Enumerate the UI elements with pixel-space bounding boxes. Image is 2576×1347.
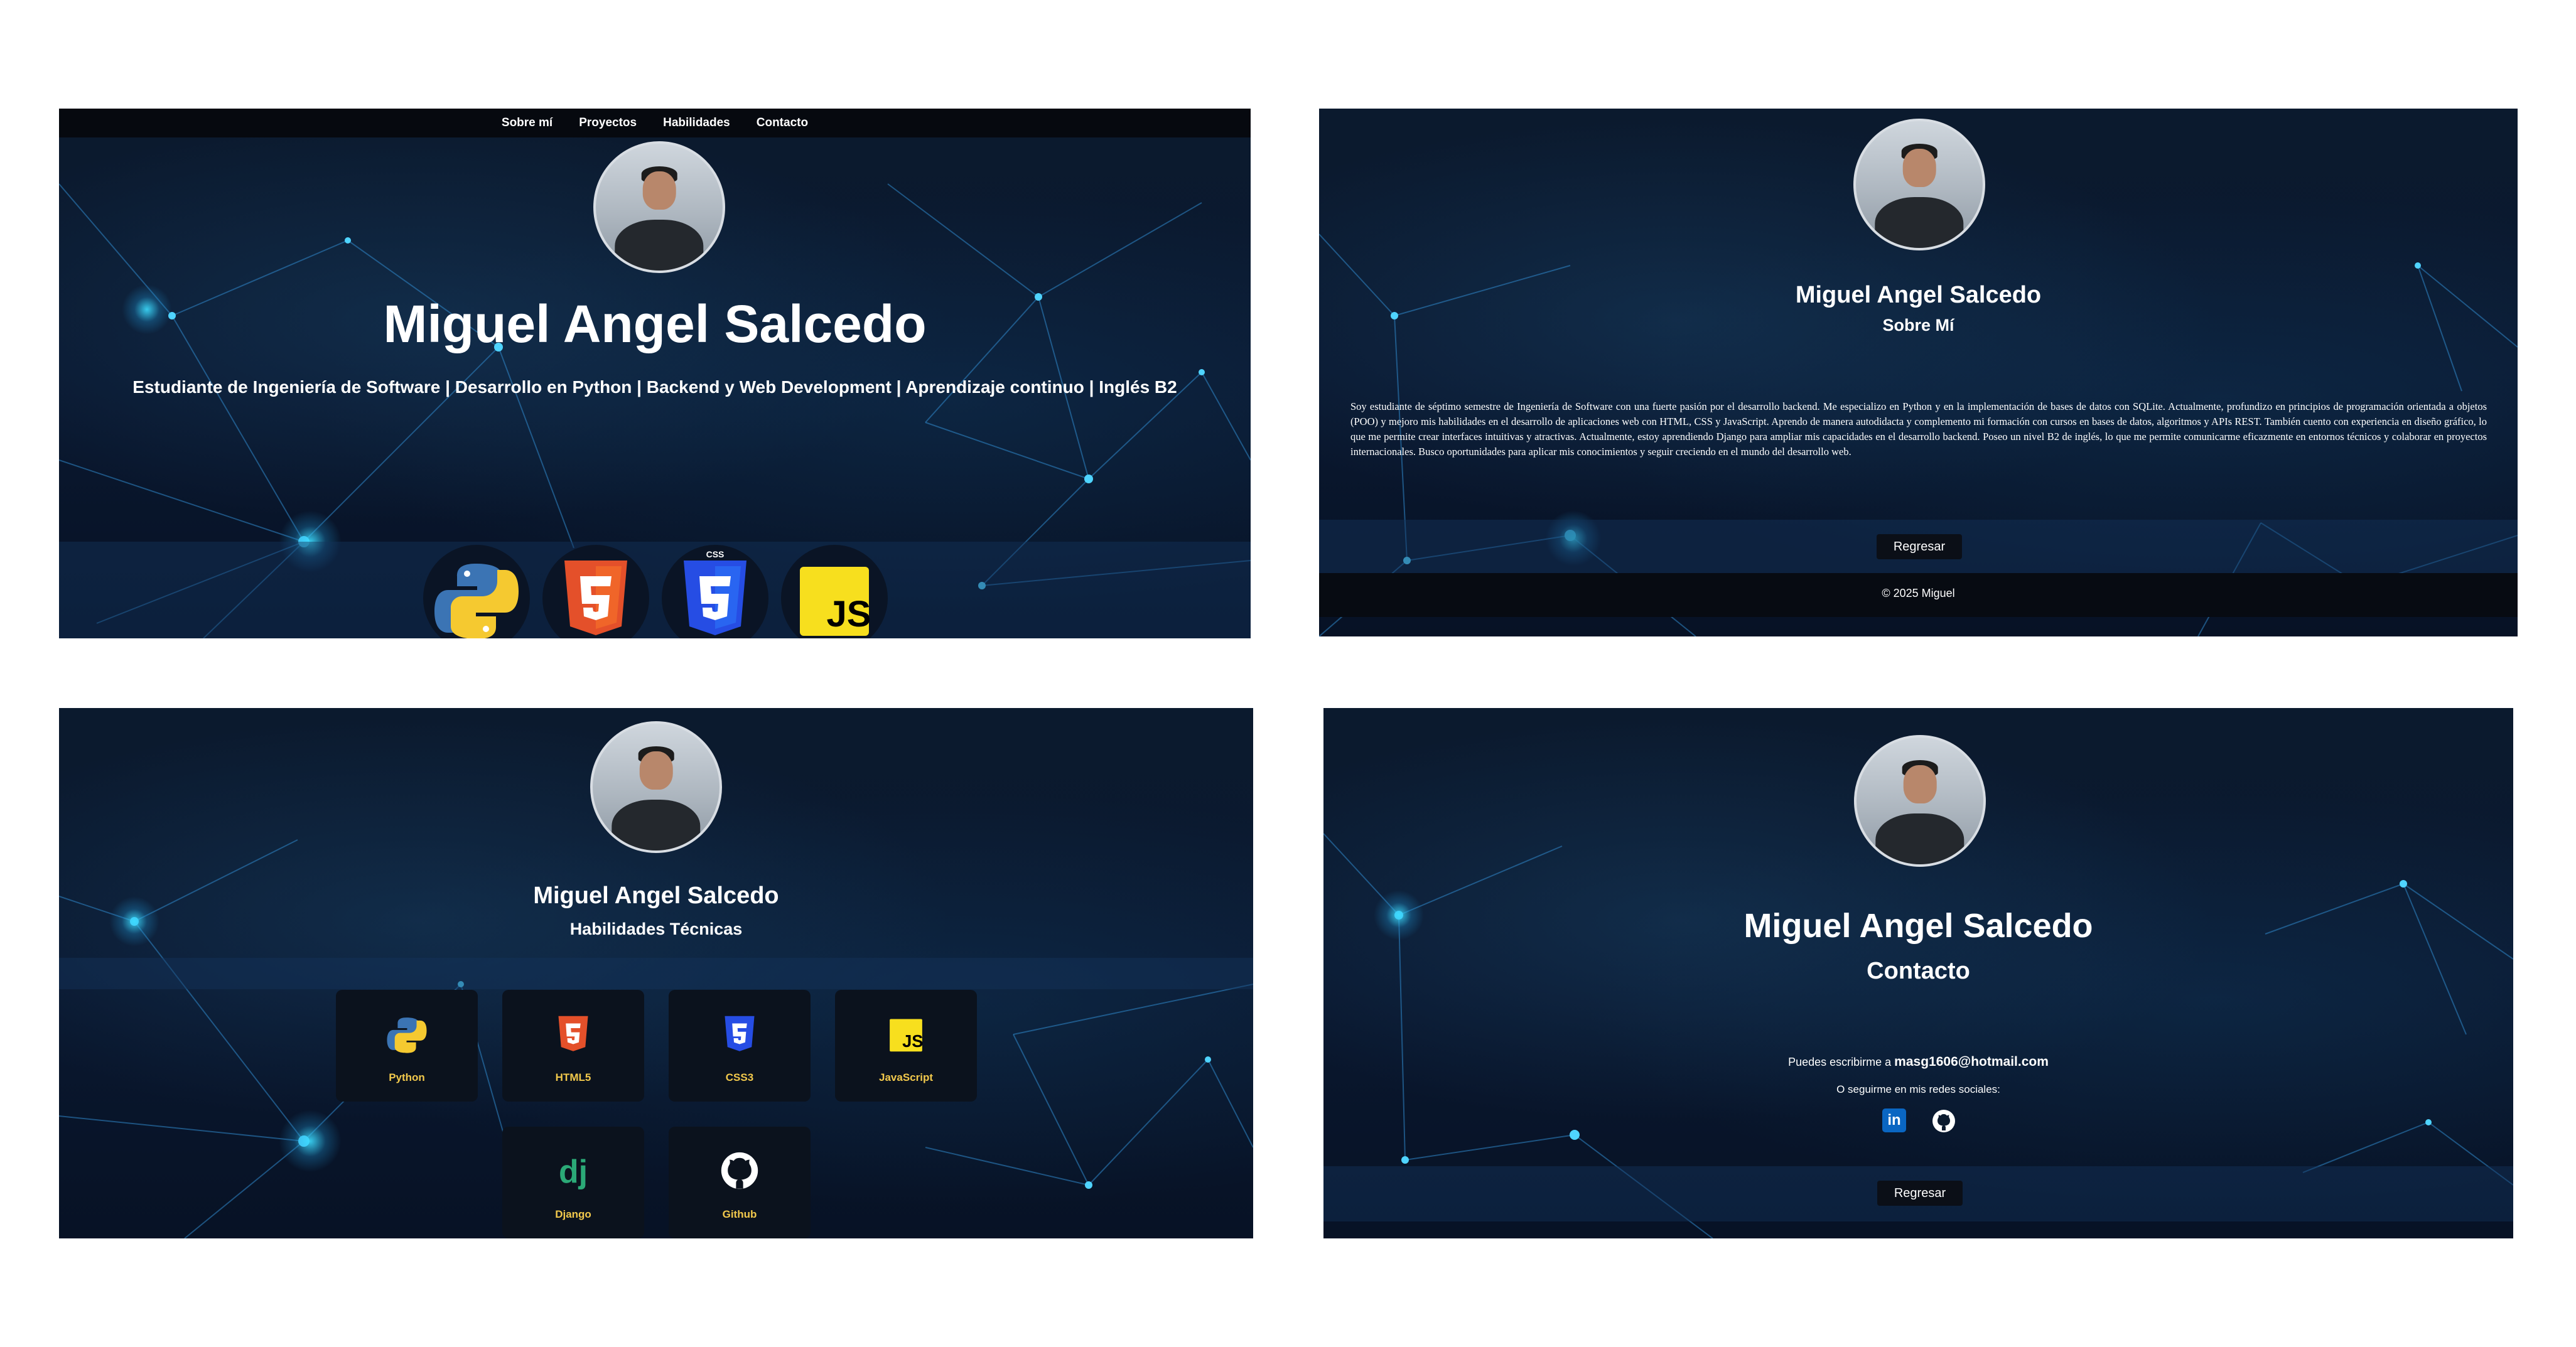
profile-name: Miguel Angel Salcedo bbox=[533, 883, 779, 909]
footer-text: © 2025 Miguel bbox=[1882, 587, 1955, 599]
email-line: Puedes escribirme a masg1606@hotmail.com bbox=[1323, 1055, 2513, 1070]
skill-label: JavaScript bbox=[879, 1071, 933, 1083]
profile-name: Miguel Angel Salcedo bbox=[1795, 282, 2042, 308]
email-link[interactable]: masg1606@hotmail.com bbox=[1894, 1055, 2049, 1069]
svg-text:dj: dj bbox=[559, 1153, 588, 1189]
skill-card-css3[interactable]: CSS3 bbox=[669, 990, 811, 1102]
nav-link-projects[interactable]: Proyectos bbox=[579, 116, 637, 130]
skill-card-javascript[interactable]: JS JavaScript bbox=[835, 990, 977, 1102]
back-button[interactable]: Regresar bbox=[1877, 534, 1962, 559]
javascript-icon: JS bbox=[890, 1019, 924, 1052]
profile-name: Miguel Angel Salcedo bbox=[1743, 907, 2093, 945]
skill-label: Github bbox=[722, 1208, 757, 1220]
python-icon bbox=[423, 545, 530, 638]
glow-node bbox=[279, 1110, 342, 1173]
skill-card-django[interactable]: dj Django bbox=[502, 1127, 644, 1238]
django-icon: dj bbox=[559, 1153, 588, 1189]
section-title: Sobre Mí bbox=[1882, 316, 1954, 335]
section-title: Habilidades Técnicas bbox=[569, 920, 743, 938]
social-text: O seguirme en mis redes sociales: bbox=[1836, 1083, 2000, 1095]
svg-text:JS: JS bbox=[827, 594, 871, 635]
nav-link-about[interactable]: Sobre mí bbox=[502, 116, 552, 130]
skill-label: HTML5 bbox=[555, 1071, 591, 1083]
profile-avatar bbox=[590, 721, 722, 853]
about-panel: Miguel Angel Salcedo Sobre Mí Soy estudi… bbox=[1319, 109, 2518, 636]
skill-label: Django bbox=[555, 1208, 591, 1220]
nav-link-skills[interactable]: Habilidades bbox=[663, 116, 730, 130]
footer: © 2025 Miguel bbox=[1319, 573, 2518, 617]
github-icon bbox=[721, 1152, 758, 1189]
skills-band bbox=[59, 958, 1253, 989]
github-icon[interactable] bbox=[1931, 1108, 1956, 1134]
skill-label: CSS3 bbox=[725, 1071, 754, 1083]
nav-link-contact[interactable]: Contacto bbox=[757, 116, 808, 130]
section-title: Contacto bbox=[1867, 958, 1970, 984]
profile-avatar bbox=[1853, 119, 1985, 250]
javascript-icon: JS bbox=[781, 545, 888, 638]
html5-icon bbox=[558, 1016, 588, 1051]
contact-panel: Miguel Angel Salcedo Contacto Puedes esc… bbox=[1323, 708, 2513, 1238]
skill-label: Python bbox=[389, 1071, 425, 1083]
svg-text:JS: JS bbox=[902, 1031, 923, 1051]
skills-panel: Miguel Angel Salcedo Habilidades Técnica… bbox=[59, 708, 1253, 1238]
skill-card-github[interactable]: Github bbox=[669, 1127, 811, 1238]
svg-text:CSS: CSS bbox=[706, 549, 725, 559]
tagline: Estudiante de Ingeniería de Software | D… bbox=[132, 377, 1177, 397]
profile-avatar bbox=[1854, 735, 1986, 867]
css3-icon bbox=[725, 1016, 755, 1051]
skill-card-python[interactable]: Python bbox=[336, 990, 478, 1102]
css3-icon: CSS bbox=[662, 545, 768, 638]
top-navigation: Sobre mí Proyectos Habilidades Contacto bbox=[59, 109, 1251, 137]
page-title: Miguel Angel Salcedo bbox=[383, 294, 927, 353]
profile-avatar bbox=[593, 141, 725, 273]
python-icon bbox=[387, 1017, 427, 1053]
back-button[interactable]: Regresar bbox=[1877, 1181, 1963, 1206]
skill-card-html5[interactable]: HTML5 bbox=[502, 990, 644, 1102]
email-prefix: Puedes escribirme a bbox=[1788, 1056, 1892, 1068]
home-panel: Sobre mí Proyectos Habilidades Contacto … bbox=[59, 109, 1251, 638]
html5-icon bbox=[542, 545, 649, 638]
about-paragraph: Soy estudiante de séptimo semestre de In… bbox=[1350, 400, 2487, 458]
tech-band bbox=[59, 542, 1251, 638]
linkedin-icon[interactable]: in bbox=[1882, 1108, 1906, 1132]
